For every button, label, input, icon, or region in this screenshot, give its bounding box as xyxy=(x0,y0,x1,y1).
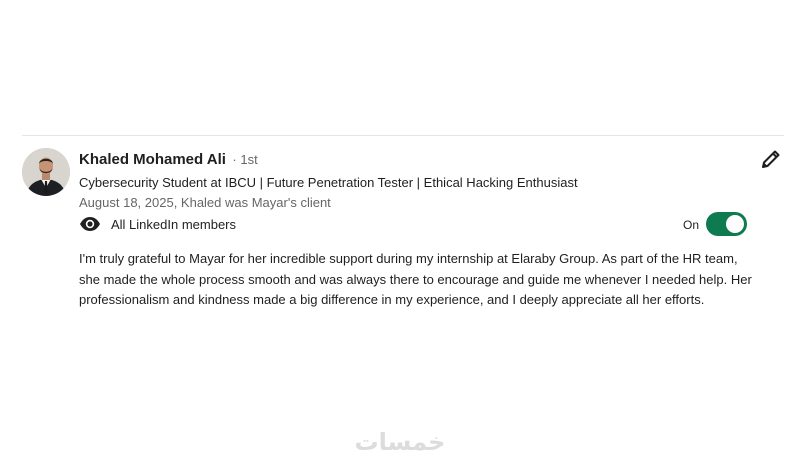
watermark-logo: خمسات xyxy=(354,428,446,456)
connection-degree: · 1st xyxy=(232,152,258,167)
author-line: Khaled Mohamed Ali · 1st xyxy=(79,151,258,171)
section-divider xyxy=(22,135,784,136)
avatar[interactable] xyxy=(22,148,70,196)
author-name[interactable]: Khaled Mohamed Ali xyxy=(79,151,226,168)
visibility-toggle[interactable] xyxy=(706,212,747,236)
toggle-knob xyxy=(726,215,744,233)
eye-icon xyxy=(79,216,101,232)
recommendation-meta: August 18, 2025, Khaled was Mayar's clie… xyxy=(79,195,331,210)
author-headline: Cybersecurity Student at IBCU | Future P… xyxy=(79,175,578,190)
pencil-icon[interactable] xyxy=(760,148,782,170)
toggle-label: On xyxy=(683,218,700,232)
visibility-row: All LinkedIn members xyxy=(79,214,236,234)
recommendation-text: I'm truly grateful to Mayar for her incr… xyxy=(79,251,752,307)
visibility-label: All LinkedIn members xyxy=(111,216,236,232)
